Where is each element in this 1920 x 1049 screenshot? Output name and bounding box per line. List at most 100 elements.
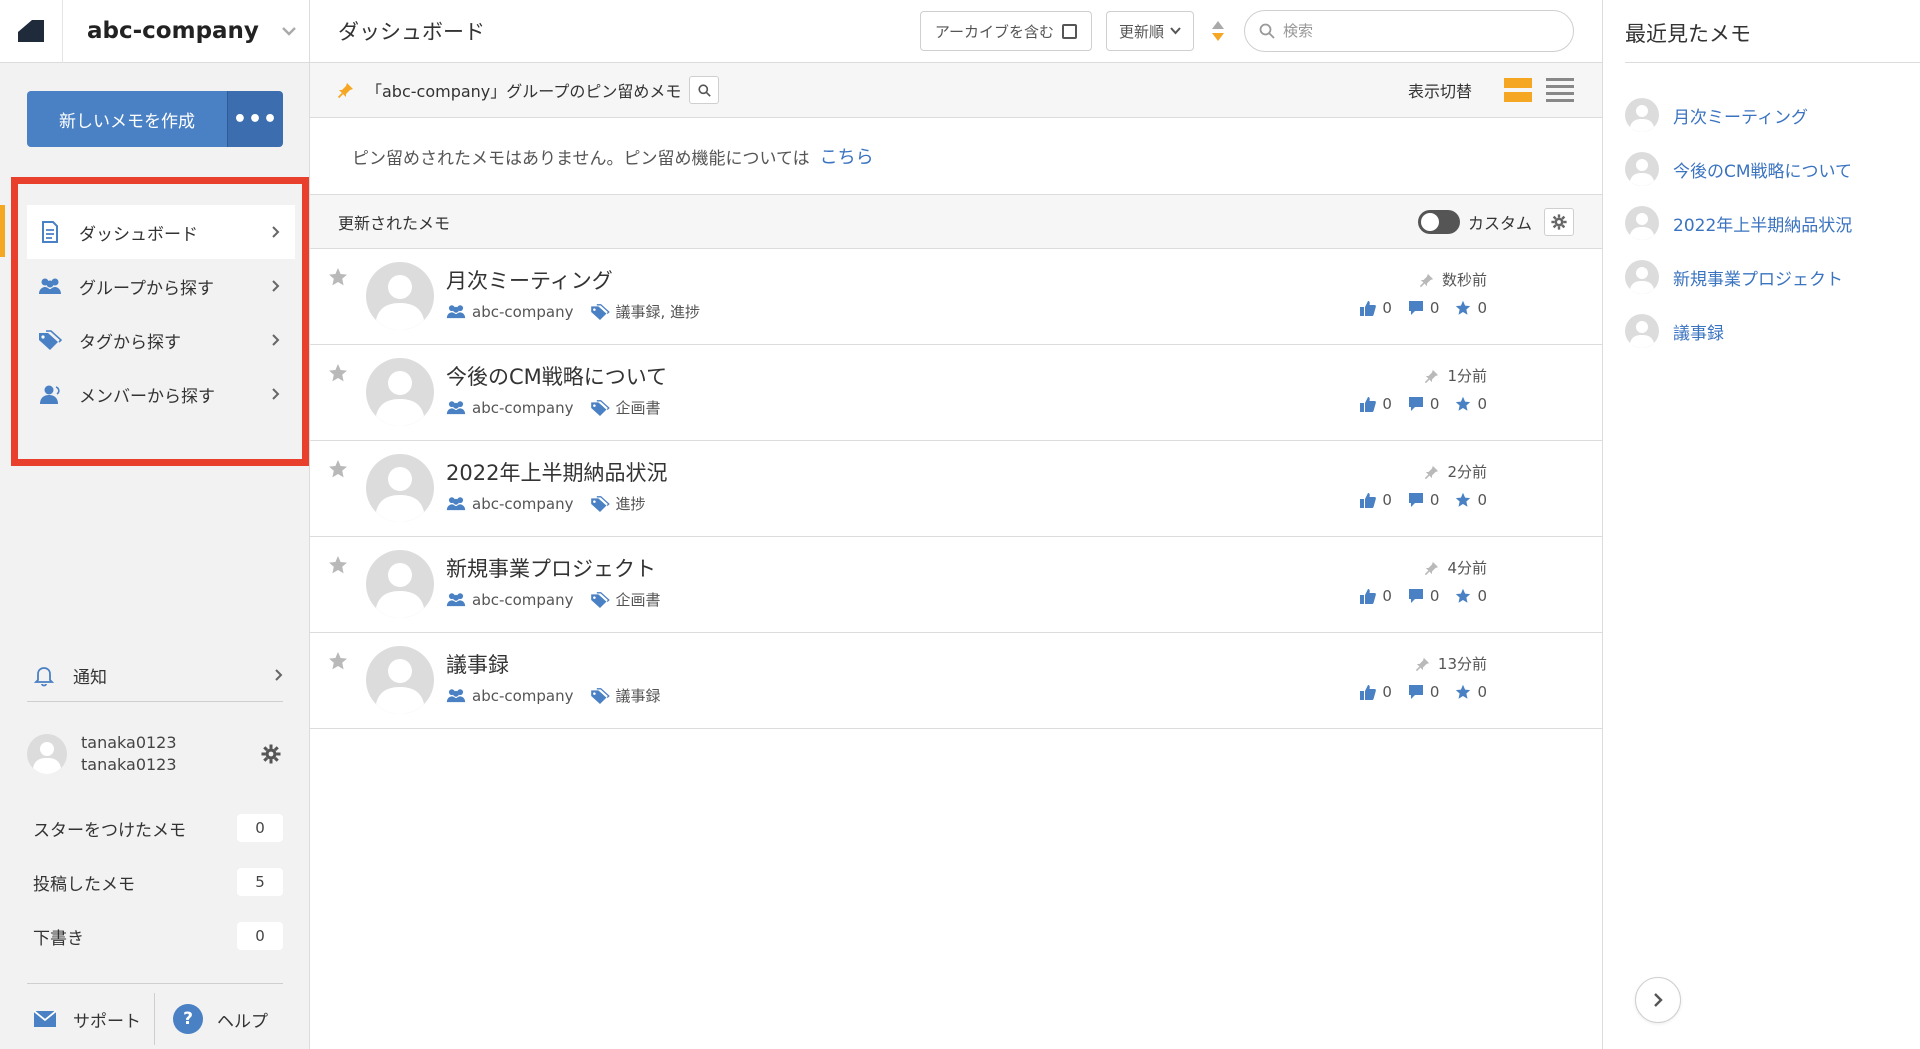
memo-title[interactable]: 新規事業プロジェクト <box>446 553 656 583</box>
star-count[interactable]: 0 <box>1455 299 1487 317</box>
memo-group[interactable]: abc-company <box>472 399 574 417</box>
like-count[interactable]: 0 <box>1360 299 1392 317</box>
memo-row[interactable]: 月次ミーティング abc-company 議事録, 進捗 数秒前 0 0 0 <box>310 249 1602 345</box>
memo-meta: abc-company 議事録, 進捗 <box>446 301 700 322</box>
search-input[interactable] <box>1283 22 1553 40</box>
avatar[interactable] <box>366 646 434 714</box>
avatar[interactable] <box>366 454 434 522</box>
avatar[interactable] <box>366 550 434 618</box>
sort-select[interactable]: 更新順 <box>1105 11 1194 51</box>
memo-tags[interactable]: 議事録, 進捗 <box>616 301 701 322</box>
drafts-row[interactable]: 下書き 0 <box>27 919 283 953</box>
more-options-button[interactable]: ••• <box>227 91 283 147</box>
memo-row[interactable]: 議事録 abc-company 議事録 13分前 0 0 0 <box>310 633 1602 729</box>
recent-item[interactable]: 今後のCM戦略について <box>1625 142 1852 196</box>
collapse-panel-button[interactable] <box>1635 977 1681 1023</box>
memo-title[interactable]: 今後のCM戦略について <box>446 361 667 391</box>
memo-row[interactable]: 今後のCM戦略について abc-company 企画書 1分前 0 0 0 <box>310 345 1602 441</box>
memo-group[interactable]: abc-company <box>472 495 574 513</box>
count-badge: 5 <box>237 868 283 896</box>
memo-tags[interactable]: 議事録 <box>616 685 661 706</box>
memo-row[interactable]: 新規事業プロジェクト abc-company 企画書 4分前 0 0 0 <box>310 537 1602 633</box>
recent-item-link[interactable]: 今後のCM戦略について <box>1673 157 1852 182</box>
like-count[interactable]: 0 <box>1360 587 1392 605</box>
avatar[interactable] <box>366 262 434 330</box>
search-box <box>1244 10 1574 52</box>
recent-item-link[interactable]: 議事録 <box>1673 319 1724 344</box>
group-icon <box>446 496 466 511</box>
avatar <box>1625 260 1659 294</box>
gear-icon[interactable] <box>259 744 283 764</box>
memo-group[interactable]: abc-company <box>472 303 574 321</box>
star-icon[interactable] <box>328 459 348 483</box>
comment-count[interactable]: 0 <box>1408 683 1439 701</box>
notifications-button[interactable]: 通知 <box>27 650 283 702</box>
recent-item-link[interactable]: 月次ミーティング <box>1673 103 1808 128</box>
star-icon[interactable] <box>328 651 348 675</box>
help-link[interactable]: ? ヘルプ <box>173 993 303 1045</box>
recent-item[interactable]: 新規事業プロジェクト <box>1625 250 1852 304</box>
avatar <box>1625 314 1659 348</box>
sort-select-value: 更新順 <box>1118 22 1164 41</box>
comment-count[interactable]: 0 <box>1408 587 1439 605</box>
include-archive-label: アーカイブを含む <box>934 22 1054 41</box>
posted-memos-row[interactable]: 投稿したメモ 5 <box>27 865 283 899</box>
like-count[interactable]: 0 <box>1360 491 1392 509</box>
top-bar: ダッシュボード アーカイブを含む 更新順 <box>310 0 1602 63</box>
recent-item[interactable]: 月次ミーティング <box>1625 88 1852 142</box>
sort-direction-icon[interactable] <box>1208 20 1228 42</box>
like-count[interactable]: 0 <box>1360 683 1392 701</box>
search-icon <box>1259 23 1275 39</box>
support-link[interactable]: サポート <box>27 993 155 1045</box>
memo-meta: abc-company 議事録 <box>446 685 661 706</box>
chevron-down-icon[interactable] <box>269 26 309 36</box>
comment-count[interactable]: 0 <box>1408 395 1439 413</box>
list-view-icon[interactable] <box>1546 78 1574 102</box>
new-memo-button[interactable]: 新しいメモを作成 <box>27 91 227 147</box>
recent-item-link[interactable]: 2022年上半期納品状況 <box>1673 211 1852 236</box>
memo-title[interactable]: 2022年上半期納品状況 <box>446 457 667 487</box>
star-icon[interactable] <box>328 555 348 579</box>
star-count-value: 0 <box>1477 299 1487 317</box>
gear-icon[interactable] <box>1544 207 1574 236</box>
memo-title[interactable]: 月次ミーティング <box>446 265 613 295</box>
recent-item[interactable]: 2022年上半期納品状況 <box>1625 196 1852 250</box>
pinned-empty-message: ピン留めされたメモはありません。ピン留め機能については こちら <box>310 118 1602 195</box>
comment-count-value: 0 <box>1429 299 1440 317</box>
user-profile[interactable]: tanaka0123 tanaka0123 <box>27 728 283 780</box>
memo-group[interactable]: abc-company <box>472 687 574 705</box>
memo-time-text: 2分前 <box>1447 463 1487 481</box>
custom-toggle[interactable] <box>1417 209 1460 234</box>
pinned-search-button[interactable] <box>689 76 720 104</box>
bell-icon <box>27 665 61 687</box>
star-icon[interactable] <box>328 267 348 291</box>
star-count[interactable]: 0 <box>1455 395 1487 413</box>
comment-icon <box>1408 493 1423 507</box>
avatar[interactable] <box>366 358 434 426</box>
star-count[interactable]: 0 <box>1455 587 1487 605</box>
starred-memos-row[interactable]: スターをつけたメモ 0 <box>27 811 283 845</box>
logo-icon[interactable] <box>0 0 63 63</box>
memo-row[interactable]: 2022年上半期納品状況 abc-company 進捗 2分前 0 0 0 <box>310 441 1602 537</box>
like-count[interactable]: 0 <box>1360 395 1392 413</box>
memo-tags[interactable]: 企画書 <box>616 397 661 418</box>
include-archive-toggle[interactable]: アーカイブを含む <box>919 11 1092 51</box>
memo-time-text: 数秒前 <box>1441 271 1487 289</box>
comment-count[interactable]: 0 <box>1408 491 1439 509</box>
memo-tags[interactable]: 企画書 <box>616 589 661 610</box>
tag-icon <box>590 591 610 608</box>
memo-title[interactable]: 議事録 <box>446 649 509 679</box>
recent-item-link[interactable]: 新規事業プロジェクト <box>1673 265 1843 290</box>
view-toggle-label: 表示切替 <box>1407 82 1472 101</box>
memo-group[interactable]: abc-company <box>472 591 574 609</box>
star-count[interactable]: 0 <box>1455 683 1487 701</box>
memo-tags[interactable]: 進捗 <box>616 493 646 514</box>
card-view-icon[interactable] <box>1504 78 1532 102</box>
star-count[interactable]: 0 <box>1455 491 1487 509</box>
recent-item[interactable]: 議事録 <box>1625 304 1852 358</box>
brand-header[interactable]: abc-company <box>0 0 309 63</box>
pinned-help-link[interactable]: こちら <box>820 143 874 169</box>
comment-count[interactable]: 0 <box>1408 299 1440 317</box>
group-icon <box>446 592 466 607</box>
star-icon[interactable] <box>328 363 348 387</box>
